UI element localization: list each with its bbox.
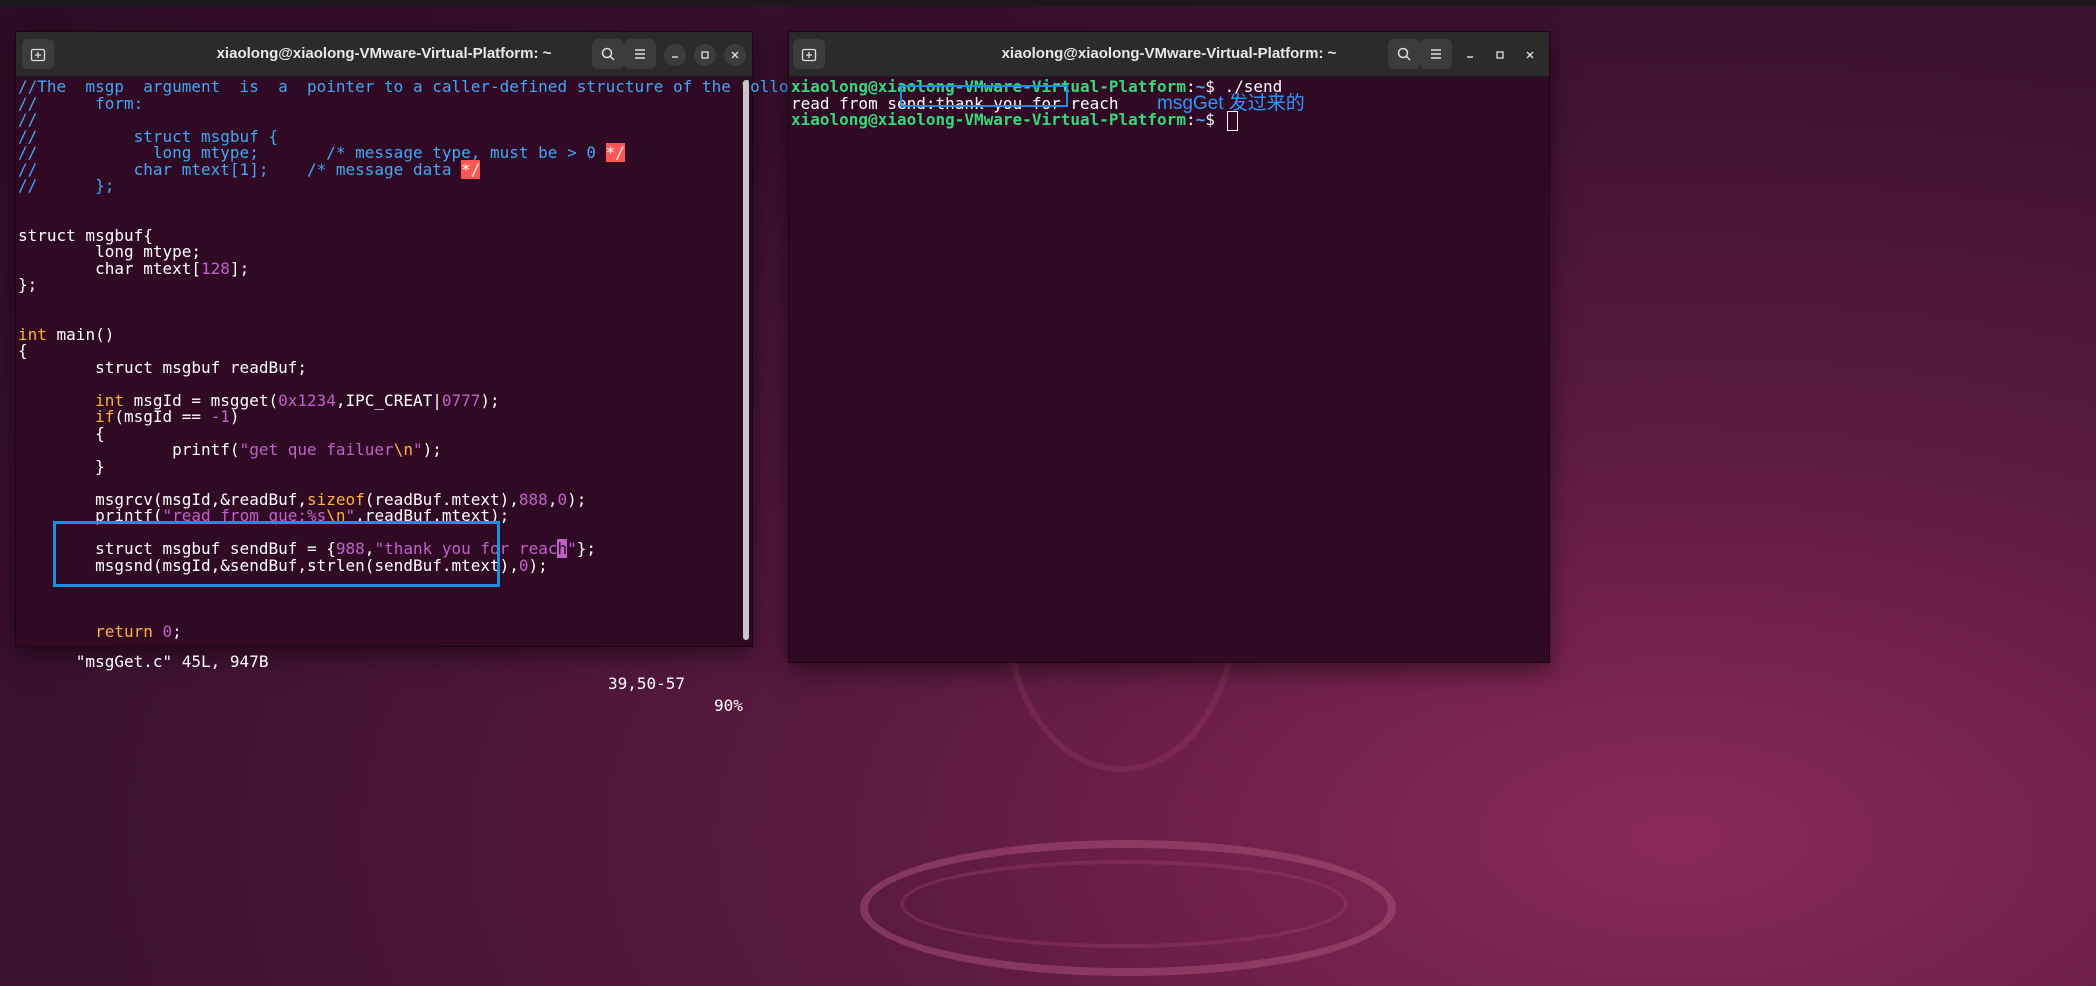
- scrollbar-thumb[interactable]: [743, 80, 749, 640]
- code-text: (msgId ==: [114, 407, 211, 426]
- minimize-icon: [1467, 56, 1473, 58]
- status-scroll-percent: 90%: [714, 696, 743, 715]
- minimize-button[interactable]: [664, 44, 686, 66]
- code-text: ): [229, 407, 240, 426]
- code-text: ,IPC_CREAT|: [335, 390, 442, 410]
- code-highlight-box: [53, 521, 500, 587]
- status-cursor-position: 39,50-57: [608, 674, 686, 693]
- menu-button[interactable]: [1420, 39, 1452, 69]
- maximize-icon: [1496, 51, 1504, 59]
- code-number: 888: [518, 489, 548, 509]
- code-line: }: [18, 456, 105, 476]
- search-icon: [1397, 47, 1411, 61]
- search-button[interactable]: [592, 39, 624, 69]
- code-string: ": [412, 440, 423, 459]
- shell-terminal[interactable]: xiaolong@xiaolong-VMware-Virtual-Platfor…: [789, 76, 1549, 662]
- vim-editor[interactable]: //The msgp argument is a pointer to a ca…: [16, 76, 904, 715]
- maximize-button[interactable]: [694, 44, 716, 66]
- code-escape: \n: [393, 440, 413, 459]
- code-text: );: [422, 440, 442, 459]
- code-string: ": [567, 539, 577, 558]
- left-window-titlebar[interactable]: xiaolong@xiaolong-VMware-Virtual-Platfor…: [16, 32, 752, 77]
- vim-cursor: h: [557, 539, 568, 558]
- code-number: -1: [210, 407, 230, 426]
- code-number: 0x1234: [278, 390, 336, 410]
- code-line: struct msgbuf readBuf;: [18, 357, 307, 377]
- close-button[interactable]: [724, 44, 746, 66]
- left-terminal-window[interactable]: xiaolong@xiaolong-VMware-Virtual-Platfor…: [16, 32, 904, 715]
- close-icon: [1526, 51, 1534, 59]
- right-window-titlebar[interactable]: xiaolong@xiaolong-VMware-Virtual-Platfor…: [789, 32, 1549, 77]
- top-panel: [0, 0, 2096, 6]
- vim-status-line: "msgGet.c" 45L, 947B 39,50-57 90%: [18, 629, 743, 715]
- annotation-text: msgGet 发过来的: [1157, 93, 1305, 114]
- code-number: 0: [557, 489, 568, 509]
- code-text: ];: [229, 258, 250, 278]
- code-line: // };: [18, 176, 115, 195]
- right-terminal-window[interactable]: xiaolong@xiaolong-VMware-Virtual-Platfor…: [789, 32, 1549, 662]
- code-text: main(): [46, 324, 115, 344]
- menu-icon: [1431, 49, 1441, 59]
- code-number: 0: [518, 555, 529, 575]
- code-text: char mtext[: [18, 258, 202, 278]
- code-line: };: [18, 275, 38, 294]
- code-line: int main(): [18, 324, 114, 346]
- code-string: "get que failuer: [239, 440, 394, 459]
- code-line: //The msgp argument is a pointer to a ca…: [18, 77, 905, 96]
- menu-icon: [635, 49, 645, 59]
- scrollbar[interactable]: [742, 80, 750, 640]
- close-icon: [731, 51, 739, 59]
- close-button[interactable]: [1519, 44, 1541, 66]
- output-highlight-box: [900, 85, 1068, 107]
- search-button[interactable]: [1388, 39, 1420, 69]
- wallpaper-decoration-ring-inner: [900, 860, 1348, 948]
- maximize-button[interactable]: [1489, 44, 1511, 66]
- code-text: );: [480, 390, 500, 410]
- menu-button[interactable]: [624, 39, 656, 69]
- code-text: );: [528, 555, 548, 575]
- code-number: 0: [441, 390, 452, 410]
- code-number: 128: [201, 258, 230, 278]
- code-number: 777: [451, 390, 481, 410]
- search-icon: [601, 47, 615, 61]
- status-file-info: "msgGet.c" 45L, 947B: [75, 652, 269, 671]
- code-error-highlight: */: [605, 143, 625, 162]
- code-line: char mtext[128];: [18, 258, 249, 280]
- maximize-icon: [701, 51, 709, 59]
- minimize-button[interactable]: [1459, 44, 1481, 66]
- code-text: ,: [547, 489, 558, 509]
- code-error-highlight: */: [461, 159, 481, 179]
- prompt-user: xiaolong@xiaolong-VMware-Virtual-Platfor…: [791, 110, 1186, 129]
- minimize-icon: [672, 56, 678, 58]
- code-text: );: [567, 489, 587, 509]
- code-text: };: [576, 539, 597, 558]
